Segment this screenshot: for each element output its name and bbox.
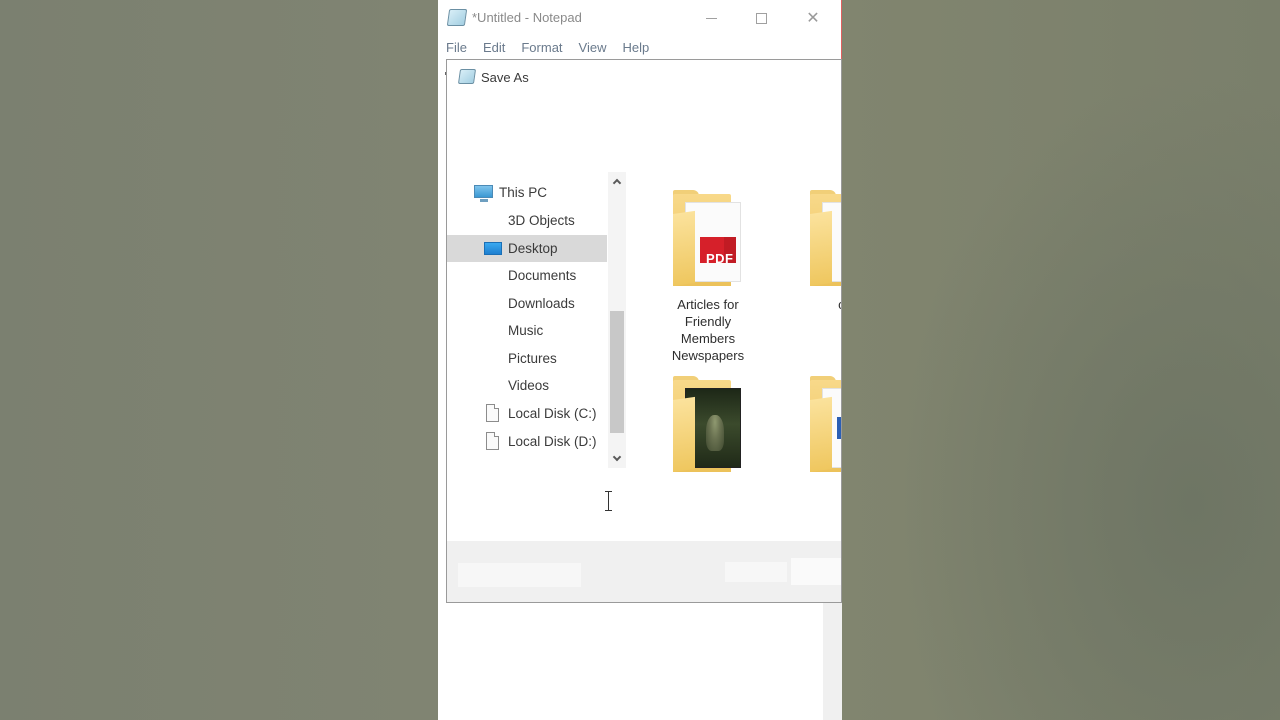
close-button[interactable]: ✕ (790, 4, 836, 32)
scroll-down-button[interactable] (608, 450, 626, 468)
nav-item-label: Local Disk (C:) (508, 406, 597, 421)
folder-icon (810, 376, 841, 476)
notepad-text-area[interactable] (438, 600, 823, 720)
folder-icon (810, 190, 841, 290)
folder-co[interactable]: co (799, 190, 841, 313)
save-button[interactable] (725, 562, 787, 582)
minimize-button[interactable] (688, 4, 734, 32)
folder-icon (673, 376, 743, 476)
folder-label: Articles for Friendly Members Newspapers (671, 297, 745, 363)
menu-file[interactable]: File (446, 40, 467, 55)
folder-word[interactable] (799, 376, 841, 476)
scroll-up-button[interactable] (608, 172, 626, 190)
maximize-button[interactable] (738, 4, 784, 32)
nav-item-label: Pictures (508, 351, 557, 366)
nav-item-local-disk-d[interactable]: Local Disk (D:) (447, 428, 607, 455)
nav-item-music[interactable]: Music (447, 317, 607, 344)
notepad-menubar: File Edit Format View Help (438, 36, 842, 58)
background-left (0, 0, 438, 720)
folder-icon: PDF (673, 190, 743, 290)
scroll-thumb[interactable] (610, 311, 624, 433)
notepad-title: *Untitled - Notepad (472, 10, 582, 25)
nav-item-downloads[interactable]: Downloads (447, 290, 607, 317)
nav-item-label: Documents (508, 268, 577, 283)
menu-edit[interactable]: Edit (483, 40, 505, 55)
menu-format[interactable]: Format (521, 40, 562, 55)
nav-item-desktop[interactable]: Desktop (447, 235, 607, 262)
nav-item-3d-objects[interactable]: 3D Objects (447, 207, 607, 234)
nav-item-local-disk-c[interactable]: Local Disk (C:) (447, 400, 607, 427)
folder-label: co (799, 296, 841, 313)
notepad-scrollbar[interactable] (823, 600, 842, 720)
nav-item-label: Downloads (508, 296, 575, 311)
cancel-button[interactable] (791, 558, 841, 585)
menu-help[interactable]: Help (622, 40, 649, 55)
nav-item-documents[interactable]: Documents (447, 262, 607, 289)
disk-icon (486, 404, 499, 422)
save-as-dialog: Save As This PC 3D Objects Desktop Docum… (446, 59, 842, 603)
photo-thumbnail (706, 415, 724, 451)
nav-item-label: Music (508, 323, 544, 338)
nav-item-label: Local Disk (D:) (508, 434, 597, 449)
pc-icon (474, 185, 493, 202)
navigation-pane: This PC 3D Objects Desktop Documents Dow… (447, 174, 607, 470)
nav-item-label: Desktop (508, 241, 558, 256)
menu-view[interactable]: View (579, 40, 607, 55)
nav-item-label: Videos (508, 378, 550, 393)
close-icon: ✕ (806, 10, 820, 27)
nav-item-videos[interactable]: Videos (447, 372, 607, 399)
notepad-app-icon (446, 9, 468, 26)
maximize-icon (755, 12, 767, 24)
minimize-icon (705, 17, 717, 19)
dialog-title: Save As (481, 70, 529, 85)
folder-photo[interactable] (662, 376, 754, 476)
nav-pane-scrollbar[interactable] (608, 172, 626, 468)
hide-folders-control[interactable] (458, 563, 581, 587)
save-as-icon (457, 69, 477, 84)
nav-item-this-pc[interactable]: This PC (447, 179, 607, 206)
dialog-titlebar: Save As (447, 60, 841, 94)
desktop-icon (484, 242, 502, 255)
dialog-footer (447, 541, 841, 602)
background-right (842, 0, 1280, 720)
folder-articles[interactable]: PDF Articles for Friendly Members Newspa… (662, 190, 754, 364)
text-cursor-icon (604, 490, 613, 512)
chevron-down-icon (612, 452, 622, 462)
nav-item-label: 3D Objects (508, 213, 575, 228)
disk-icon (486, 432, 499, 450)
notepad-titlebar: *Untitled - Notepad ✕ (438, 0, 842, 36)
nav-item-pictures[interactable]: Pictures (447, 345, 607, 372)
nav-item-label: This PC (499, 185, 548, 200)
chevron-up-icon (612, 178, 622, 188)
pdf-icon: PDF (706, 251, 734, 266)
